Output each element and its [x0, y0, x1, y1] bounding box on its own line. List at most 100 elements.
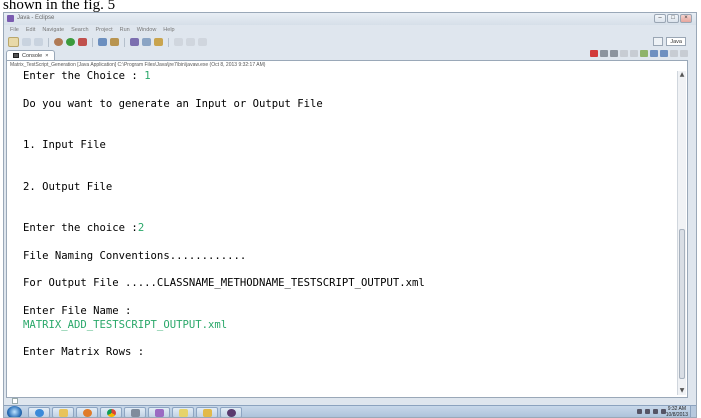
new-icon[interactable] — [8, 37, 19, 47]
remove-all-icon[interactable] — [610, 50, 618, 57]
taskbar-media-player[interactable] — [76, 407, 98, 417]
taskbar-eclipse[interactable] — [220, 407, 242, 417]
scroll-thumb[interactable] — [679, 229, 685, 379]
title-bar: Java - Eclipse – □ × — [4, 13, 696, 25]
print-icon[interactable] — [34, 38, 43, 46]
search-icon[interactable] — [142, 38, 151, 46]
console-line-text: 1. Input File — [23, 139, 106, 151]
taskbar-folder[interactable] — [196, 407, 218, 417]
menu-window[interactable]: Window — [137, 27, 157, 33]
menu-project[interactable]: Project — [96, 27, 113, 33]
menu-run[interactable]: Run — [120, 27, 130, 33]
app-icon — [154, 409, 164, 417]
save-icon[interactable] — [22, 38, 31, 46]
launch-description: Matrix_TestScript_Generation [Java Appli… — [10, 62, 266, 68]
back-icon[interactable] — [186, 38, 195, 46]
menu-bar: File Edit Navigate Search Project Run Wi… — [4, 25, 696, 35]
menu-edit[interactable]: Edit — [26, 27, 35, 33]
external-tools-icon[interactable] — [78, 38, 87, 46]
pencil-icon[interactable] — [154, 38, 163, 46]
fast-view-icon[interactable] — [12, 398, 18, 404]
console-line-text: Enter File Name : — [23, 305, 132, 317]
eclipse-icon — [7, 15, 14, 22]
minimize-button[interactable]: – — [654, 14, 666, 23]
internet-explorer-icon — [34, 409, 44, 417]
calculator-icon — [130, 409, 140, 417]
new-java-project-icon[interactable] — [98, 38, 107, 46]
console-tab-label: Console — [22, 52, 43, 59]
maximize-view-icon[interactable] — [680, 50, 688, 57]
console-line-text: File Naming Conventions............ — [23, 250, 247, 262]
minimize-view-icon[interactable] — [670, 50, 678, 57]
console-line-text: Do you want to generate an Input or Outp… — [23, 98, 323, 110]
console-line-text: Enter Matrix Rows : — [23, 346, 145, 358]
console-icon — [13, 53, 19, 58]
close-button[interactable]: × — [680, 14, 692, 23]
flag-icon[interactable] — [645, 409, 650, 414]
java-perspective-button[interactable]: Java — [666, 37, 686, 46]
terminate-icon[interactable] — [590, 50, 598, 57]
open-type-icon[interactable] — [130, 38, 139, 46]
console-view-toolbar — [590, 50, 688, 57]
console-line-text: Enter the choice : — [23, 222, 138, 234]
console-line: Enter the choice :2 — [23, 222, 144, 235]
remove-launch-icon[interactable] — [600, 50, 608, 57]
run-icon[interactable] — [66, 38, 75, 46]
start-button[interactable] — [7, 406, 22, 417]
taskbar-calculator[interactable] — [124, 407, 146, 417]
taskbar-explorer[interactable] — [52, 407, 74, 417]
console-line: Enter the Choice : 1 — [23, 70, 151, 83]
open-perspective-icon[interactable] — [653, 37, 664, 46]
close-icon[interactable]: × — [45, 53, 48, 59]
scroll-down-arrow-icon[interactable]: ▼ — [678, 387, 686, 395]
menu-search[interactable]: Search — [71, 27, 88, 33]
console-line: Enter File Name : — [23, 305, 131, 318]
show-desktop-button[interactable] — [690, 406, 696, 417]
eclipse-icon — [226, 409, 236, 417]
taskbar-notes[interactable] — [172, 407, 194, 417]
console-line: Do you want to generate an Input or Outp… — [23, 98, 323, 111]
console-line-text: 2. Output File — [23, 181, 113, 193]
console-line: File Naming Conventions............ — [23, 250, 246, 263]
display-console-icon[interactable] — [650, 50, 658, 57]
menu-file[interactable]: File — [10, 27, 19, 33]
clear-console-icon[interactable] — [620, 50, 628, 57]
menu-navigate[interactable]: Navigate — [42, 27, 64, 33]
user-input: 2 — [137, 222, 145, 234]
window-title: Java - Eclipse — [17, 15, 55, 21]
scroll-up-arrow-icon[interactable]: ▲ — [678, 71, 686, 79]
notes-icon — [178, 409, 188, 417]
console-line-text: Enter the Choice : — [23, 70, 145, 82]
menu-help[interactable]: Help — [163, 27, 174, 33]
figure-caption: shown in the fig. 5 — [3, 0, 116, 12]
maximize-button[interactable]: □ — [667, 14, 679, 23]
window-controls: – □ × — [654, 14, 692, 23]
taskbar-ie[interactable] — [28, 407, 50, 417]
taskbar-clock[interactable]: 9:32 AM 10/8/2013 — [665, 406, 688, 418]
console-line: 2. Output File — [23, 181, 112, 194]
open-console-icon[interactable] — [660, 50, 668, 57]
main-toolbar — [4, 35, 696, 49]
eclipse-window: Java - Eclipse – □ × File Edit Navigate … — [3, 12, 697, 418]
console-line: For Output File .....CLASSNAME_METHODNAM… — [23, 277, 425, 290]
forward-icon[interactable] — [198, 38, 207, 46]
pin-console-icon[interactable] — [640, 50, 648, 57]
taskbar-chrome[interactable] — [100, 407, 122, 417]
taskbar-app[interactable] — [148, 407, 170, 417]
tab-console[interactable]: Console × — [6, 50, 56, 60]
view-tab-bar: Console × — [6, 49, 690, 60]
show-hidden-icons-icon[interactable] — [637, 409, 642, 414]
debug-icon[interactable] — [54, 38, 63, 46]
vertical-scrollbar[interactable]: ▲ ▼ — [677, 71, 686, 395]
perspective-switcher: Java — [653, 37, 686, 46]
toolbar-separator — [168, 37, 169, 47]
annotation-icon[interactable] — [174, 38, 183, 46]
new-package-icon[interactable] — [110, 38, 119, 46]
console-line: 1. Input File — [23, 139, 106, 152]
clock-date: 10/8/2013 — [665, 411, 688, 418]
network-icon[interactable] — [653, 409, 658, 414]
scroll-lock-icon[interactable] — [630, 50, 638, 57]
console-panel: Matrix_TestScript_Generation [Java Appli… — [6, 60, 688, 398]
console-output[interactable]: Enter the Choice : 1 Do you want to gene… — [23, 70, 673, 396]
toolbar-separator — [92, 37, 93, 47]
